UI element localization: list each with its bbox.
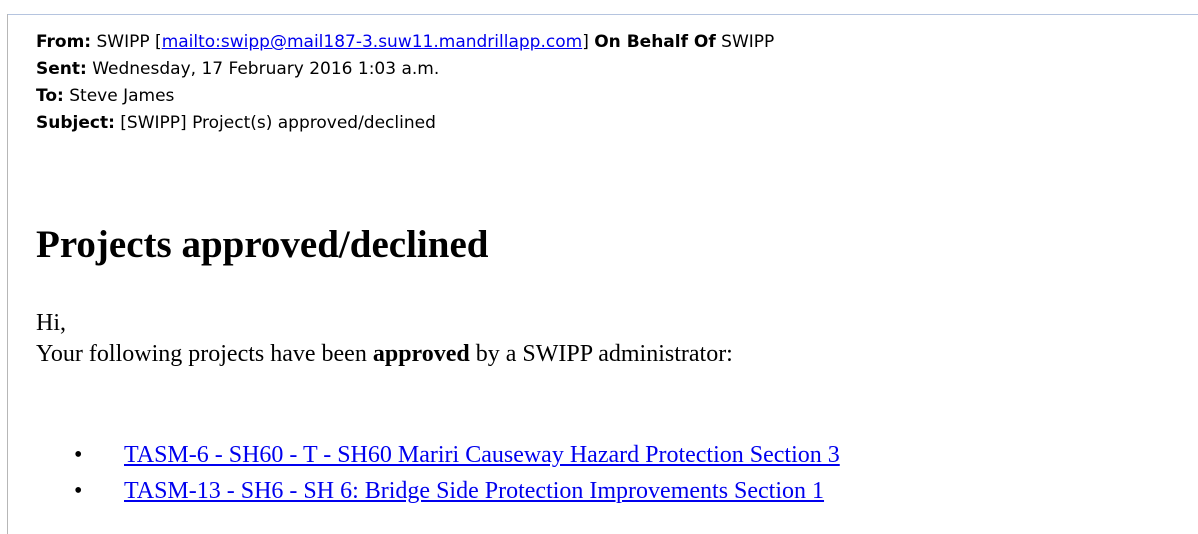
project-link[interactable]: TASM-13 - SH6 - SH 6: Bridge Side Protec… [124, 478, 824, 504]
list-item: • TASM-13 - SH6 - SH 6: Bridge Side Prot… [74, 473, 840, 509]
left-border [7, 14, 8, 534]
page-title: Projects approved/declined [36, 223, 489, 266]
from-row: From: SWIPP [mailto:swipp@mail187-3.suw1… [36, 29, 774, 56]
from-bracket-open: [ [155, 32, 162, 52]
intro-bold: approved [372, 341, 470, 367]
bullet: • [74, 442, 83, 468]
list-item: • TASM-6 - SH60 - T - SH60 Mariri Causew… [74, 437, 840, 473]
to-row: To: Steve James [36, 83, 774, 110]
on-behalf-label: On Behalf Of [594, 32, 716, 52]
sent-label: Sent: [36, 59, 87, 79]
subject-value: [SWIPP] Project(s) approved/declined [120, 113, 436, 133]
subject-label: Subject: [36, 113, 115, 133]
project-list: • TASM-6 - SH60 - T - SH60 Mariri Causew… [74, 437, 840, 509]
intro-before: Your following projects have been [36, 341, 367, 367]
sent-row: Sent: Wednesday, 17 February 2016 1:03 a… [36, 56, 774, 83]
sent-value: Wednesday, 17 February 2016 1:03 a.m. [92, 59, 440, 79]
from-email-link[interactable]: mailto:swipp@mail187-3.suw11.mandrillapp… [162, 32, 583, 52]
bullet: • [74, 478, 83, 504]
header-divider [8, 14, 1198, 15]
from-bracket-close: ] [582, 32, 589, 52]
intro-text: Your following projects have been approv… [36, 339, 733, 370]
from-name: SWIPP [96, 32, 150, 52]
from-label: From: [36, 32, 92, 52]
to-label: To: [36, 86, 64, 106]
subject-row: Subject: [SWIPP] Project(s) approved/dec… [36, 110, 774, 137]
to-value: Steve James [69, 86, 175, 106]
email-header: From: SWIPP [mailto:swipp@mail187-3.suw1… [36, 29, 774, 137]
intro-after: by a SWIPP administrator: [475, 341, 733, 367]
on-behalf-name: SWIPP [721, 32, 775, 52]
email-body: Hi, Your following projects have been ap… [36, 308, 733, 370]
project-link[interactable]: TASM-6 - SH60 - T - SH60 Mariri Causeway… [124, 442, 840, 468]
greeting: Hi, [36, 310, 66, 336]
